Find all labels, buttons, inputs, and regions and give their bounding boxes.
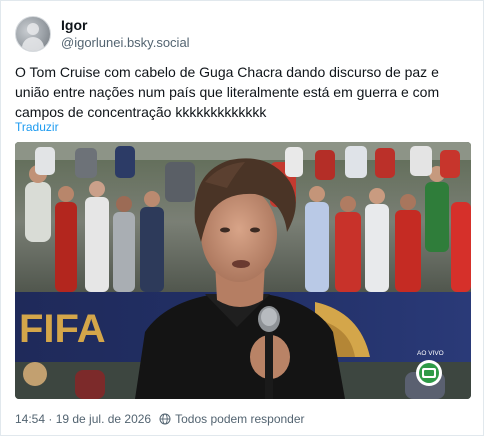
- translate-link[interactable]: Traduzir: [15, 119, 59, 135]
- globe-icon: [159, 413, 171, 425]
- author-handle[interactable]: @igorlunei.bsky.social: [61, 34, 190, 52]
- post-timestamp[interactable]: 14:54 · 19 de jul. de 2026: [15, 412, 151, 426]
- post-card[interactable]: Igor @igorlunei.bsky.social O Tom Cruise…: [0, 0, 484, 436]
- author-names: Igor @igorlunei.bsky.social: [61, 16, 190, 52]
- avatar[interactable]: [15, 16, 51, 52]
- live-label: AO VIVO: [417, 350, 444, 357]
- spectator-lower: [75, 370, 105, 399]
- reply-setting[interactable]: Todos podem responder: [175, 412, 304, 426]
- broadcaster-logo: [416, 360, 442, 386]
- avatar-head-shape: [27, 23, 39, 35]
- spectator-hat: [23, 362, 47, 386]
- post-image[interactable]: FIFA AO VIVO: [15, 142, 471, 399]
- author-display-name[interactable]: Igor: [61, 16, 190, 34]
- post-footer: 14:54 · 19 de jul. de 2026 Todos podem r…: [15, 411, 305, 427]
- post-text: O Tom Cruise com cabelo de Guga Chacra d…: [15, 64, 440, 120]
- fifa-banner-text: FIFA: [19, 307, 106, 351]
- image-scene: FIFA AO VIVO: [15, 142, 471, 399]
- post-header: Igor @igorlunei.bsky.social: [15, 14, 190, 54]
- avatar-body-shape: [22, 37, 44, 51]
